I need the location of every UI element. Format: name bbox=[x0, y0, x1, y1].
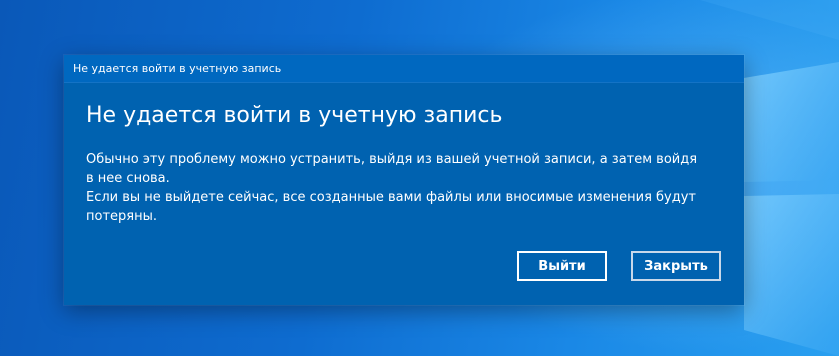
close-button[interactable]: Закрыть bbox=[631, 251, 721, 281]
dialog-titlebar[interactable]: Не удается войти в учетную запись bbox=[64, 55, 744, 83]
message-line-1: Обычно эту проблему можно устранить, вый… bbox=[86, 152, 698, 186]
sign-out-button[interactable]: Выйти bbox=[517, 251, 607, 281]
error-dialog: Не удается войти в учетную запись Не уда… bbox=[64, 55, 744, 305]
dialog-heading: Не удается войти в учетную запись bbox=[86, 103, 503, 128]
desktop: Не удается войти в учетную запись Не уда… bbox=[0, 0, 839, 356]
message-line-2: Если вы не выйдете сейчас, все созданные… bbox=[86, 190, 696, 224]
dialog-message: Обычно эту проблему можно устранить, вый… bbox=[86, 150, 706, 226]
